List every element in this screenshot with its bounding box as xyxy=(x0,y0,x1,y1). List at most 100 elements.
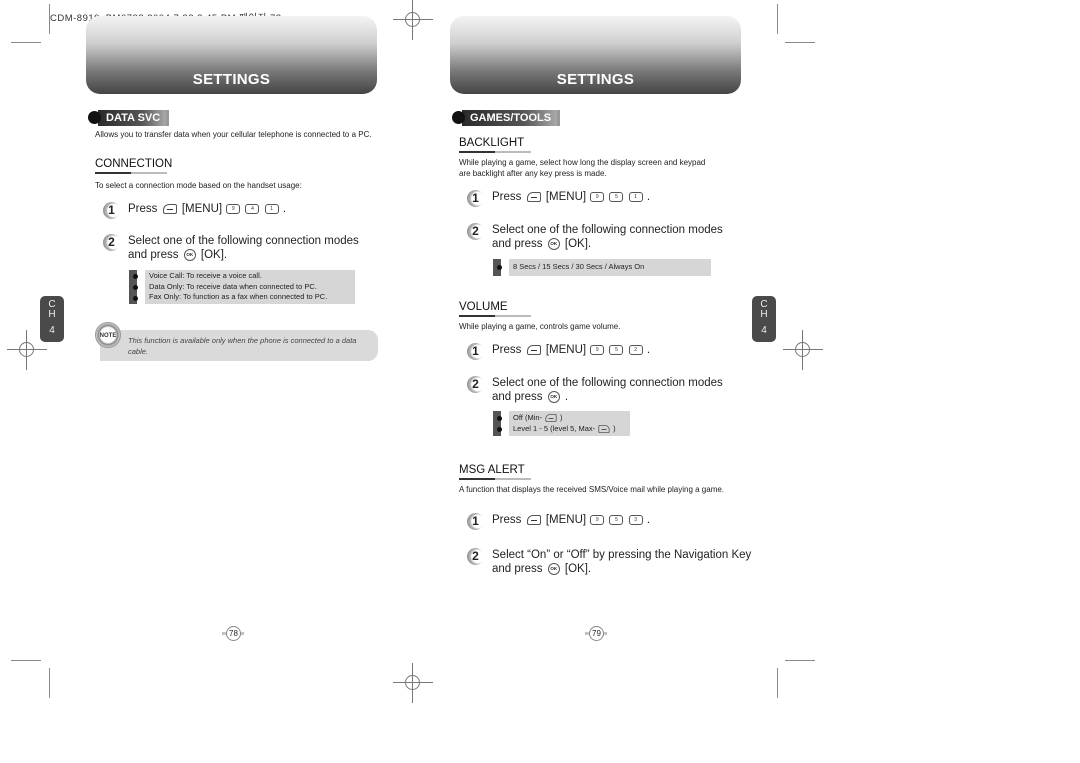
press-text: Press xyxy=(492,191,522,203)
crop-mark xyxy=(785,42,815,43)
crop-mark xyxy=(777,668,778,698)
options-bar xyxy=(493,411,501,436)
options-box: Voice Call: To receive a voice call. Dat… xyxy=(129,270,355,304)
option-text: Level 1 - 5 (level 5, Max- xyxy=(513,423,596,433)
step-text-line2: and press xyxy=(128,249,179,261)
bullet-icon xyxy=(497,427,502,432)
bullet-dot-icon xyxy=(88,111,101,124)
subsection-title-text: CONNECTION xyxy=(95,158,173,170)
left-softkey-icon xyxy=(526,344,541,355)
left-page-banner: SETTINGS xyxy=(86,16,377,94)
step-end: . xyxy=(646,514,651,526)
step-text-line1: Select one of the following connection m… xyxy=(128,235,359,247)
key-5-icon: 5 xyxy=(609,514,624,525)
step-number: 1 xyxy=(467,190,484,207)
bullet-dot-icon xyxy=(452,111,465,124)
options-box: 8 Secs / 15 Secs / 30 Secs / Always On xyxy=(493,259,711,276)
ok-label: [OK]. xyxy=(564,563,592,575)
step-end: . xyxy=(282,203,287,215)
step-text-line2: and press xyxy=(492,238,543,250)
ok-key-icon: OK xyxy=(183,248,196,261)
title-underline xyxy=(459,151,531,153)
step-number: 2 xyxy=(467,223,484,240)
key-9-icon: 9 xyxy=(226,203,241,214)
subsection-title-connection: CONNECTION xyxy=(95,158,172,174)
note-text: This function is available only when the… xyxy=(128,336,357,356)
options-box: Off (Min-) Level 1 - 5 (level 5, Max-) xyxy=(493,411,630,436)
key-5-icon: 5 xyxy=(609,344,624,355)
page-number-left: 78 xyxy=(222,626,244,642)
crop-mark xyxy=(11,660,41,661)
subsection-description: While playing a game, controls game volu… xyxy=(459,322,621,331)
subsection-title-text: MSG ALERT xyxy=(459,464,525,476)
ok-key-icon: OK xyxy=(547,237,560,250)
page-number-right: 79 xyxy=(585,626,607,642)
section-tag-label: DATA SVC xyxy=(98,109,170,126)
note-icon: NOTE xyxy=(95,322,121,348)
step-2: 2 Select one of the following connection… xyxy=(467,376,723,404)
note-box: This function is available only when the… xyxy=(100,330,378,361)
left-softkey-icon xyxy=(545,414,557,423)
option-text: 8 Secs / 15 Secs / 30 Secs / Always On xyxy=(513,262,645,271)
key-2-icon: 2 xyxy=(628,344,643,355)
key-9-icon: 9 xyxy=(590,344,605,355)
option-item: Data Only: To receive data when connecte… xyxy=(133,281,351,293)
ok-label: [OK]. xyxy=(564,238,592,250)
step-2: 2 Select “On” or “Off” by pressing the N… xyxy=(467,548,751,576)
press-text: Press xyxy=(128,203,158,215)
option-text: Voice Call: To receive a voice call. xyxy=(149,271,262,280)
option-item: 8 Secs / 15 Secs / 30 Secs / Always On xyxy=(497,262,707,273)
page-number-text: 78 xyxy=(226,626,241,641)
registration-mark-icon xyxy=(393,663,433,703)
key-9-icon: 9 xyxy=(590,191,605,202)
section-tag-label: GAMES/TOOLS xyxy=(462,109,561,126)
step-1: 1 Press [MENU] 9 4 1 . xyxy=(103,202,286,219)
ok-key-icon: OK xyxy=(547,562,560,575)
press-text: Press xyxy=(492,514,522,526)
registration-mark-icon xyxy=(783,330,823,370)
menu-text: [MENU] xyxy=(545,514,587,526)
step-end: . xyxy=(646,191,651,203)
crop-mark xyxy=(777,4,778,34)
bullet-icon xyxy=(497,265,502,270)
step-1: 1 Press [MENU] 9 5 3 . xyxy=(467,513,650,530)
step-end: . xyxy=(646,344,651,356)
crop-mark xyxy=(785,660,815,661)
option-item: Voice Call: To receive a voice call. xyxy=(133,271,351,282)
step-end: . xyxy=(564,391,569,403)
crop-mark xyxy=(49,668,50,698)
step-text-line1: Select one of the following connection m… xyxy=(492,377,723,389)
step-2: 2 Select one of the following connection… xyxy=(467,223,723,251)
subsection-title-msg-alert: MSG ALERT xyxy=(459,464,531,480)
step-1: 1 Press [MENU] 9 5 2 . xyxy=(467,343,650,360)
chapter-tab-right: C H 4 xyxy=(752,296,776,342)
chapter-tab-left: C H 4 xyxy=(40,296,64,342)
title-underline xyxy=(459,478,531,480)
right-softkey-icon xyxy=(598,424,610,433)
crop-mark xyxy=(11,42,41,43)
crop-mark xyxy=(49,4,50,34)
title-underline xyxy=(95,172,167,174)
section-intro: Allows you to transfer data when your ce… xyxy=(95,130,372,139)
option-item: Fax Only: To function as a fax when conn… xyxy=(133,292,351,303)
step-text-line2: and press xyxy=(492,563,543,575)
bullet-icon xyxy=(133,296,138,301)
step-text-line1: Select one of the following connection m… xyxy=(492,224,723,236)
key-1-icon: 1 xyxy=(264,203,279,214)
chapter-letter: H xyxy=(760,309,768,320)
subsection-description: A function that displays the received SM… xyxy=(459,485,725,494)
chapter-number: 4 xyxy=(761,325,767,336)
chapter-letter: H xyxy=(48,309,56,320)
option-text: Data Only: To receive data when connecte… xyxy=(149,281,317,291)
key-5-icon: 5 xyxy=(609,191,624,202)
ok-key-icon: OK xyxy=(547,390,560,403)
step-number: 1 xyxy=(103,202,120,219)
subsection-title-text: VOLUME xyxy=(459,301,508,313)
step-2: 2 Select one of the following connection… xyxy=(103,234,359,262)
section-tag-games-tools: GAMES/TOOLS xyxy=(452,109,561,126)
step-text-line2: and press xyxy=(492,391,543,403)
step-number: 1 xyxy=(467,513,484,530)
banner-title: SETTINGS xyxy=(192,71,271,88)
ok-label: [OK]. xyxy=(200,249,228,261)
step-text-line1: Select “On” or “Off” by pressing the Nav… xyxy=(492,549,752,561)
